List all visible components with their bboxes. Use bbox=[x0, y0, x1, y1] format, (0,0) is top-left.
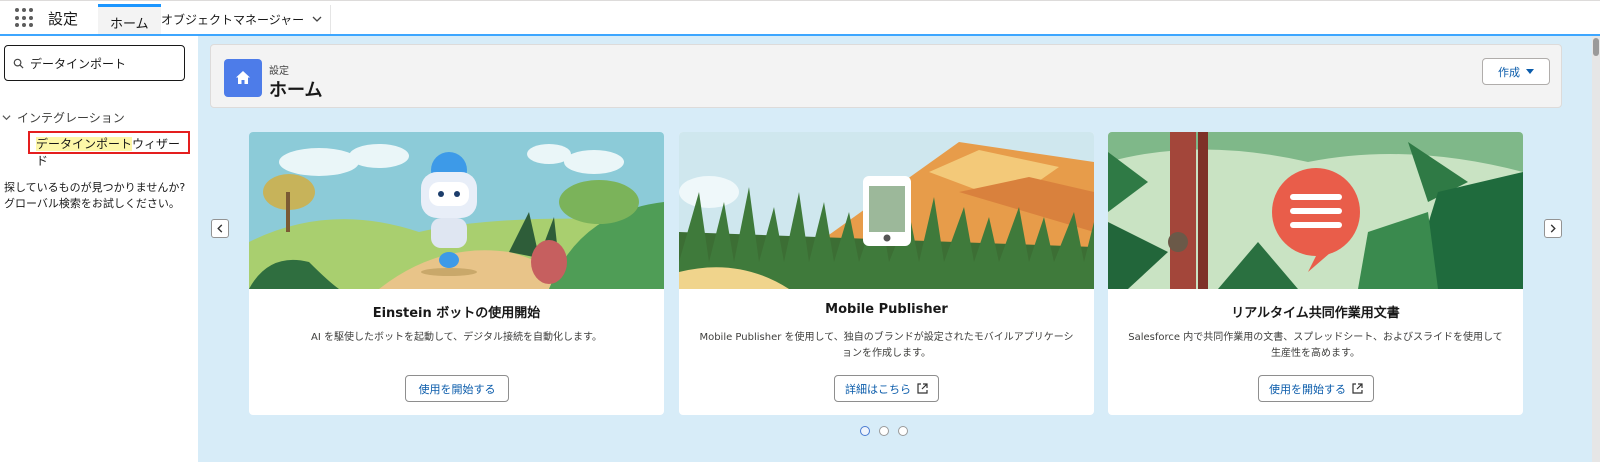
tree-group-label: インテグレーション bbox=[17, 111, 125, 125]
carousel-dot[interactable] bbox=[879, 426, 889, 436]
setup-sidebar: インテグレーション データインポートウィザード 探しているものが見つかりませんか… bbox=[0, 36, 198, 462]
tree-group-integration[interactable]: インテグレーション bbox=[2, 109, 125, 126]
search-icon bbox=[13, 58, 24, 69]
app-name: 設定 bbox=[48, 10, 79, 28]
card-einstein-bots: Einstein ボットの使用開始 AI を駆使したボットを起動して、デジタル接… bbox=[249, 132, 664, 415]
carousel-prev-button[interactable] bbox=[211, 219, 229, 238]
chevron-left-icon bbox=[217, 224, 223, 233]
global-nav: 設定 ホーム オブジェクトマネージャー bbox=[0, 0, 1600, 37]
card-learn-more-button[interactable]: 詳細はこちら bbox=[834, 375, 939, 402]
quick-find-box[interactable] bbox=[4, 45, 185, 81]
card-button-label: 使用を開始する bbox=[418, 382, 496, 396]
card-get-started-button[interactable]: 使用を開始する bbox=[405, 375, 509, 402]
page-header: 設定 ホーム 作成 bbox=[210, 44, 1562, 108]
page-title: ホーム bbox=[269, 80, 323, 101]
tab-home[interactable]: ホーム bbox=[98, 4, 161, 35]
create-menu-button[interactable]: 作成 bbox=[1482, 58, 1550, 85]
search-match-highlight: データインポート bbox=[36, 137, 133, 151]
tab-object-manager-label: オブジェクトマネージャー bbox=[161, 13, 305, 27]
home-icon bbox=[224, 59, 262, 97]
breadcrumb: 設定 bbox=[269, 66, 289, 77]
create-button-label: 作成 bbox=[1498, 65, 1520, 79]
card-get-started-button[interactable]: 使用を開始する bbox=[1258, 375, 1374, 402]
chevron-down-icon bbox=[2, 115, 11, 121]
card-button-label: 使用を開始する bbox=[1269, 382, 1346, 396]
carousel-dot[interactable] bbox=[860, 426, 870, 436]
carousel-dot[interactable] bbox=[898, 426, 908, 436]
collaboration-illustration bbox=[1108, 132, 1523, 289]
help-text-line1: 探しているものが見つかりませんか? bbox=[4, 181, 186, 194]
caret-down-icon bbox=[1526, 68, 1534, 74]
external-link-icon bbox=[1352, 383, 1363, 394]
card-description: Mobile Publisher を使用して、独自のブランドが設定されたモバイル… bbox=[699, 332, 1074, 359]
card-realtime-collab-docs: リアルタイム共同作業用文書 Salesforce 内で共同作業用の文書、スプレッ… bbox=[1108, 132, 1523, 415]
help-text-line2: グローバル検索をお試しください。 bbox=[4, 197, 180, 210]
quick-find-input[interactable] bbox=[30, 56, 170, 70]
card-description: AI を駆使したボットを起動して、デジタル接続を自動化します。 bbox=[311, 332, 602, 343]
card-mobile-publisher: Mobile Publisher Mobile Publisher を使用して、… bbox=[679, 132, 1094, 415]
tab-object-manager[interactable]: オブジェクトマネージャー bbox=[153, 5, 332, 34]
carousel-next-button[interactable] bbox=[1544, 219, 1562, 238]
card-description: Salesforce 内で共同作業用の文書、スプレッドシート、およびスライドを使… bbox=[1128, 332, 1503, 359]
app-launcher-icon[interactable] bbox=[15, 8, 35, 28]
card-title: Einstein ボットの使用開始 bbox=[372, 306, 541, 321]
help-text: 探しているものが見つかりませんか? グローバル検索をお試しください。 bbox=[4, 180, 194, 212]
card-title: Mobile Publisher bbox=[825, 302, 948, 317]
tree-item-data-import-wizard[interactable]: データインポートウィザード bbox=[28, 131, 190, 168]
page-scrollbar[interactable] bbox=[1592, 36, 1600, 462]
scrollbar-thumb[interactable] bbox=[1593, 38, 1599, 56]
chevron-right-icon bbox=[1550, 224, 1556, 233]
card-title: リアルタイム共同作業用文書 bbox=[1231, 306, 1400, 321]
card-button-label: 詳細はこちら bbox=[845, 382, 911, 396]
einstein-bot-illustration bbox=[249, 132, 664, 289]
chevron-down-icon[interactable] bbox=[312, 14, 322, 24]
external-link-icon bbox=[917, 383, 928, 394]
mobile-publisher-illustration bbox=[679, 132, 1094, 289]
carousel-indicators bbox=[860, 426, 908, 436]
main-content: 設定 ホーム 作成 Einstein ボットの使用開始 AI を駆使したボットを… bbox=[198, 36, 1600, 462]
